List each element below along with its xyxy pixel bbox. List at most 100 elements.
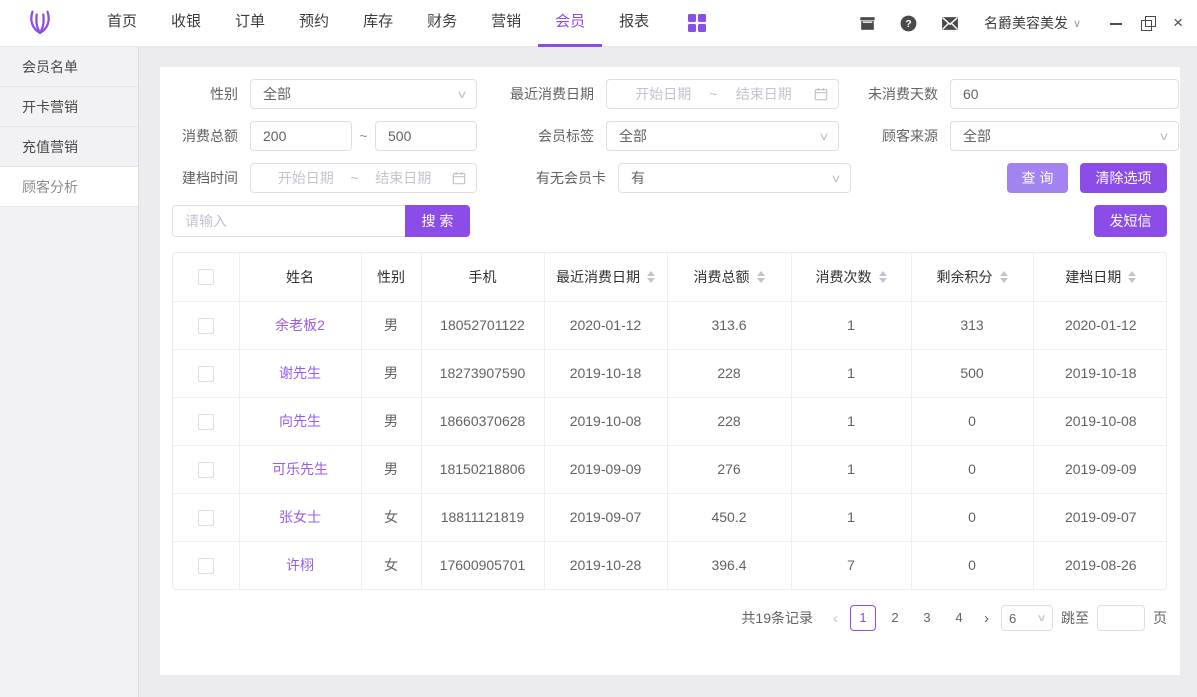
cell-recent_date: 2019-09-09 [570,461,642,477]
chevron-down-icon: ∨ [1036,613,1046,624]
cell-count: 1 [847,413,855,429]
create-date-range-picker[interactable]: 开始日期 ~ 结束日期 [250,163,477,193]
close-button[interactable]: × [1173,16,1183,30]
sort-icon[interactable] [879,271,887,283]
cell-created: 2019-08-26 [1065,557,1137,573]
send-sms-button[interactable]: 发短信 [1094,205,1167,237]
cell-count: 1 [847,509,855,525]
cell-recent_date: 2019-10-08 [570,413,642,429]
table-row: 可乐先生男181502188062019-09-09276102019-09-0… [173,445,1167,493]
cell-total: 228 [717,365,740,381]
member-tag-select[interactable]: 全部 ∨ [606,121,839,151]
customer-source-select[interactable]: 全部 ∨ [950,121,1179,151]
table-row: 许栩女176009057012019-10-28396.4702019-08-2… [173,541,1167,589]
member-name-link[interactable]: 许栩 [286,557,314,573]
nav-item-8[interactable]: 报表 [602,0,666,47]
prev-page-icon[interactable]: ‹ [829,610,842,627]
sidebar: 会员名单开卡营销充值营销顾客分析 [0,47,139,697]
page-size-select[interactable]: 6 ∨ [1001,605,1053,631]
brand-logo-icon[interactable] [24,7,56,39]
row-checkbox[interactable] [198,366,214,382]
page-button-4[interactable]: 4 [946,605,972,631]
cell-total: 396.4 [711,557,746,573]
column-header-points[interactable]: 剩余积分 [911,253,1033,301]
cell-count: 1 [847,317,855,333]
column-header-created[interactable]: 建档日期 [1033,253,1167,301]
sort-icon[interactable] [647,271,655,283]
sidebar-item-2[interactable]: 充值营销 [0,127,138,167]
jump-page-input[interactable] [1097,605,1145,631]
nav-item-0[interactable]: 首页 [90,0,154,47]
gender-select[interactable]: 全部 ∨ [250,79,477,109]
shop-name: 名爵美容美发 [984,13,1068,33]
nav-item-4[interactable]: 库存 [346,0,410,47]
sidebar-item-0[interactable]: 会员名单 [0,47,138,87]
cell-points: 0 [968,509,976,525]
sidebar-item-1[interactable]: 开卡营销 [0,87,138,127]
no-consume-days-input[interactable] [950,79,1179,109]
cell-count: 1 [847,461,855,477]
cell-phone: 18811121819 [441,509,525,525]
cell-total: 276 [717,461,740,477]
row-checkbox[interactable] [198,318,214,334]
page-button-1[interactable]: 1 [850,605,876,631]
nav-item-5[interactable]: 财务 [410,0,474,47]
nav-item-3[interactable]: 预约 [282,0,346,47]
apps-grid-icon[interactable] [688,14,706,32]
amount-min-input[interactable] [250,121,352,151]
member-name-link[interactable]: 向先生 [279,413,321,429]
column-header-recent-date[interactable]: 最近消费日期 [544,253,667,301]
column-header-gender: 性别 [361,253,421,301]
sort-icon[interactable] [757,271,765,283]
help-icon[interactable]: ? [899,14,918,33]
member-name-link[interactable]: 张女士 [279,509,321,525]
cell-total: 313.6 [711,317,746,333]
member-name-link[interactable]: 谢先生 [279,365,321,381]
column-header-total[interactable]: 消费总额 [667,253,791,301]
restore-button[interactable] [1141,16,1155,30]
has-card-select[interactable]: 有 ∨ [618,163,851,193]
window-controls: × [1109,16,1183,30]
search-input[interactable] [172,205,405,237]
column-header-count[interactable]: 消费次数 [791,253,911,301]
chevron-down-icon: ∨ [818,130,829,143]
shop-name-dropdown[interactable]: 名爵美容美发 ∨ [984,13,1081,33]
cell-created: 2019-10-18 [1065,365,1137,381]
nav-item-6[interactable]: 营销 [474,0,538,47]
page-button-3[interactable]: 3 [914,605,940,631]
row-checkbox[interactable] [198,462,214,478]
nav-item-7[interactable]: 会员 [538,0,602,47]
amount-max-input[interactable] [375,121,477,151]
member-name-link[interactable]: 可乐先生 [272,461,328,477]
column-header-phone: 手机 [421,253,544,301]
row-checkbox[interactable] [198,414,214,430]
nav-item-1[interactable]: 收银 [154,0,218,47]
cell-count: 1 [847,365,855,381]
recent-date-range-picker[interactable]: 开始日期 ~ 结束日期 [606,79,839,109]
row-checkbox[interactable] [198,558,214,574]
clear-options-button[interactable]: 清除选项 [1080,163,1167,193]
mail-icon[interactable] [940,14,960,33]
cell-phone: 17600905701 [440,557,526,573]
sort-icon[interactable] [1128,271,1136,283]
row-checkbox[interactable] [198,510,214,526]
table-row: 张女士女188111218192019-09-07450.2102019-09-… [173,493,1167,541]
member-table: 姓名 性别 手机 最近消费日期 消费总额 消费次数 剩余积分 建档日期 余老板2… [172,252,1167,590]
start-date-placeholder: 开始日期 [261,168,350,188]
cell-count: 7 [847,557,855,573]
nav-item-2[interactable]: 订单 [218,0,282,47]
page-button-2[interactable]: 2 [882,605,908,631]
search-button[interactable]: 搜 索 [405,205,470,237]
query-button[interactable]: 查 询 [1007,163,1068,193]
next-page-icon[interactable]: › [980,610,993,627]
cell-points: 0 [968,413,976,429]
select-all-checkbox[interactable] [198,269,214,285]
store-icon[interactable] [858,14,877,33]
member-name-link[interactable]: 余老板2 [275,317,325,333]
sidebar-item-3[interactable]: 顾客分析 [0,167,138,207]
member-tag-value: 全部 [619,126,647,146]
member-list-panel: 性别 全部 ∨ 最近消费日期 开始日期 ~ 结束日期 [160,67,1180,675]
minimize-button[interactable] [1109,16,1123,30]
sort-icon[interactable] [1000,271,1008,283]
main-nav: 首页收银订单预约库存财务营销会员报表 [90,0,666,47]
